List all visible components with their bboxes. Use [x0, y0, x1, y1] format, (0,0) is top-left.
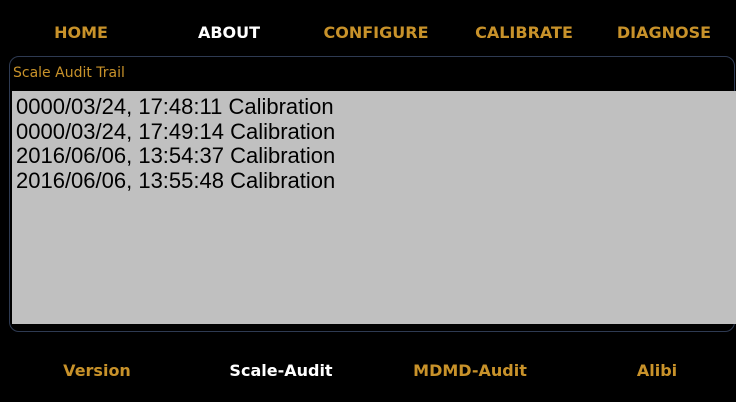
sub-navigation: Version Scale-Audit MDMD-Audit Alibi — [0, 356, 736, 386]
top-navigation: HOME ABOUT CONFIGURE CALIBRATE DIAGNOSE — [0, 0, 736, 56]
audit-log-entry: 2016/06/06, 13:54:37 Calibration — [16, 143, 336, 168]
panel-title: Scale Audit Trail — [13, 65, 125, 81]
audit-log-entry: 2016/06/06, 13:55:48 Calibration — [16, 167, 336, 193]
tab-about[interactable]: ABOUT — [198, 22, 260, 44]
tab-calibrate[interactable]: CALIBRATE — [475, 22, 573, 44]
audit-log-entry: 0000/03/24, 17:49:14 Calibration — [16, 118, 336, 144]
subtab-scale-audit[interactable]: Scale-Audit — [229, 360, 332, 382]
subtab-version[interactable]: Version — [63, 360, 131, 382]
tab-diagnose[interactable]: DIAGNOSE — [617, 22, 711, 44]
subtab-mdmd-audit[interactable]: MDMD-Audit — [413, 360, 527, 382]
tab-configure[interactable]: CONFIGURE — [324, 22, 429, 44]
tab-home[interactable]: HOME — [54, 22, 108, 44]
audit-log-list[interactable]: 0000/03/24, 17:48:11 Calibration 0000/03… — [12, 91, 736, 324]
subtab-alibi[interactable]: Alibi — [637, 360, 677, 382]
audit-log-entry: 0000/03/24, 17:48:11 Calibration — [16, 94, 334, 119]
